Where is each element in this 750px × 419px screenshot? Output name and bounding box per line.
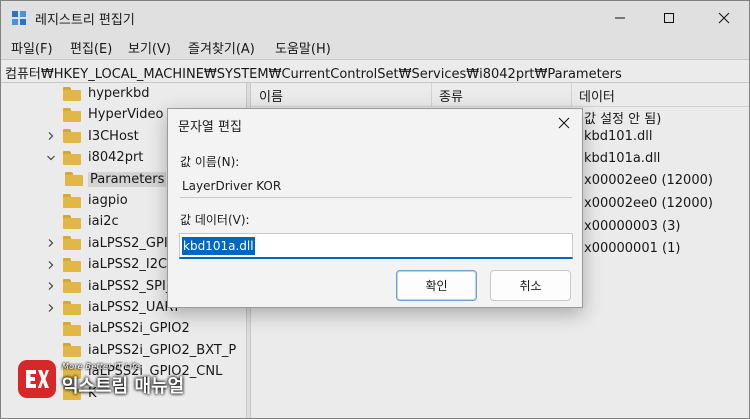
dialog-title: 문자열 편집 [178, 120, 242, 135]
brand-name: 익스트림 매뉴얼 [62, 376, 185, 397]
ok-button[interactable]: 확인 [396, 270, 477, 301]
brand-logo [18, 360, 56, 398]
brand-watermark: More Better IT Life 익스트림 매뉴얼 [18, 360, 218, 406]
edit-string-dialog: 문자열 편집 값 이름(N): LayerDriver KOR 값 데이터(V)… [167, 108, 583, 308]
brand-tagline: More Better IT Life [62, 362, 140, 371]
value-data-selected-text: kbd101a.dll [182, 237, 255, 255]
cancel-button[interactable]: 취소 [490, 270, 571, 301]
brand-logo-icon [26, 370, 49, 388]
value-data-input[interactable]: kbd101a.dll [179, 233, 573, 259]
value-data-label: 값 데이터(V): [180, 213, 250, 227]
close-icon [558, 117, 570, 129]
dialog-close-button[interactable] [550, 111, 578, 135]
value-name-label: 값 이름(N): [180, 155, 240, 169]
value-name-field: LayerDriver KOR [180, 176, 572, 198]
